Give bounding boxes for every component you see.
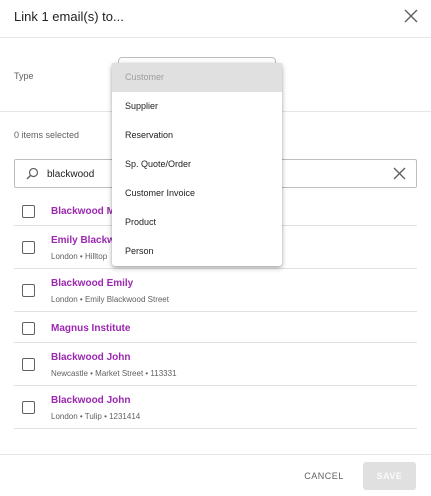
option-label: Product xyxy=(125,217,157,227)
dialog-header: Link 1 email(s) to... xyxy=(0,0,431,38)
cancel-button[interactable]: CANCEL xyxy=(294,462,354,490)
result-details: London • Emily Blackwood Street xyxy=(51,295,169,304)
option-label: Person xyxy=(125,246,154,256)
type-option-product[interactable]: Product xyxy=(112,208,282,237)
type-option-reservation[interactable]: Reservation xyxy=(112,121,282,150)
result-details: London • Tulip • 1231414 xyxy=(51,412,141,421)
save-button[interactable]: SAVE xyxy=(363,462,416,490)
option-label: Customer xyxy=(125,72,165,82)
option-label: Customer Invoice xyxy=(125,188,196,198)
type-option-person[interactable]: Person xyxy=(112,237,282,266)
type-dropdown-menu: Customer Supplier Reservation Sp. Quote/… xyxy=(112,63,282,266)
result-name[interactable]: Blackwood John xyxy=(51,395,130,406)
list-item[interactable]: Blackwood Emily London • Emily Blackwood… xyxy=(14,269,417,312)
row-checkbox[interactable] xyxy=(22,358,35,371)
close-icon[interactable] xyxy=(404,9,418,23)
row-checkbox[interactable] xyxy=(22,284,35,297)
option-label: Reservation xyxy=(125,130,174,140)
dialog-title: Link 1 email(s) to... xyxy=(14,9,124,24)
type-option-customer[interactable]: Customer xyxy=(112,63,282,92)
result-details: London • Hilltop xyxy=(51,252,108,261)
footer-divider xyxy=(0,454,431,455)
row-checkbox[interactable] xyxy=(22,205,35,218)
type-label: Type xyxy=(14,71,34,81)
result-name[interactable]: Magnus Institute xyxy=(51,323,130,334)
result-name[interactable]: Emily Blackwo xyxy=(51,235,121,246)
result-name[interactable]: Blackwood Emily xyxy=(51,278,133,289)
option-label: Supplier xyxy=(125,101,159,111)
items-selected-count: 0 items selected xyxy=(14,130,80,140)
list-item[interactable]: Magnus Institute xyxy=(14,312,417,343)
result-name[interactable]: Blackwood John xyxy=(51,352,130,363)
result-details: Newcastle • Market Street • 113331 xyxy=(51,369,177,378)
type-option-supplier[interactable]: Supplier xyxy=(112,92,282,121)
type-option-customer-invoice[interactable]: Customer Invoice xyxy=(112,179,282,208)
clear-search-icon[interactable] xyxy=(393,167,406,180)
list-item[interactable]: Blackwood John London • Tulip • 1231414 xyxy=(14,386,417,429)
result-name[interactable]: Blackwood Mi xyxy=(51,206,118,217)
row-checkbox[interactable] xyxy=(22,241,35,254)
list-item[interactable]: Blackwood John Newcastle • Market Street… xyxy=(14,343,417,386)
type-option-sp-quote-order[interactable]: Sp. Quote/Order xyxy=(112,150,282,179)
row-checkbox[interactable] xyxy=(22,401,35,414)
search-icon xyxy=(26,167,39,180)
row-checkbox[interactable] xyxy=(22,322,35,335)
option-label: Sp. Quote/Order xyxy=(125,159,192,169)
